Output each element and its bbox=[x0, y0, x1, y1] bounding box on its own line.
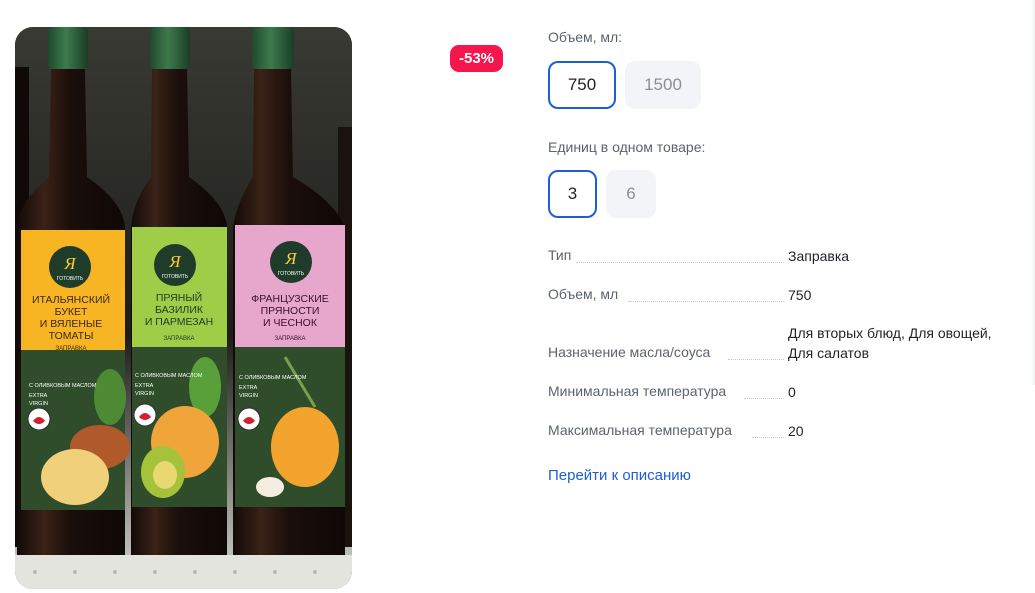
svg-text:VIRGIN: VIRGIN bbox=[29, 401, 48, 407]
spec-name: Объем, мл bbox=[548, 286, 623, 302]
svg-text:VIRGIN: VIRGIN bbox=[135, 391, 154, 397]
svg-text:ЗАПРАВКА: ЗАПРАВКА bbox=[275, 336, 306, 342]
svg-text:ГОТОВИТЬ: ГОТОВИТЬ bbox=[57, 276, 84, 282]
svg-text:И ПАРМЕЗАН: И ПАРМЕЗАН bbox=[145, 316, 213, 328]
spec-name: Тип bbox=[548, 247, 576, 263]
product-photo[interactable]: Я ГОТОВИТЬ Я ГОТОВИТЬ Я ГОТОВИТЬ ИТАЛЬЯН… bbox=[15, 27, 352, 589]
units-option-6[interactable]: 6 bbox=[606, 170, 656, 218]
svg-text:ПРЯНОСТИ: ПРЯНОСТИ bbox=[261, 305, 320, 317]
spec-value: 20 bbox=[788, 423, 804, 439]
volume-option-1500[interactable]: 1500 bbox=[625, 61, 701, 109]
units-option-3[interactable]: 3 bbox=[548, 170, 597, 218]
spec-value: 750 bbox=[788, 287, 812, 303]
volume-option-750[interactable]: 750 bbox=[548, 61, 616, 109]
spec-value: Заправка bbox=[788, 248, 850, 264]
svg-text:ГОТОВИТЬ: ГОТОВИТЬ bbox=[162, 274, 189, 280]
spec-name: Назначение масла/соуса bbox=[548, 344, 715, 360]
spec-name: Минимальная температура bbox=[548, 383, 731, 399]
brand-text: Я bbox=[63, 254, 76, 273]
side-panel-edge bbox=[1031, 0, 1035, 385]
spec-name: Максимальная температура bbox=[548, 422, 736, 438]
svg-text:И ВЯЛЕНЫЕ: И ВЯЛЕНЫЕ bbox=[40, 318, 102, 330]
svg-text:БУКЕТ: БУКЕТ bbox=[55, 306, 88, 318]
svg-text:С ОЛИВКОВЫМ МАСЛОМ: С ОЛИВКОВЫМ МАСЛОМ bbox=[29, 383, 97, 389]
svg-text:ПРЯНЫЙ: ПРЯНЫЙ bbox=[156, 291, 202, 304]
discount-badge: -53% bbox=[450, 45, 503, 72]
svg-text:EXTRA: EXTRA bbox=[135, 383, 154, 389]
spec-value: Для вторых блюд, Для овощей, Для салатов bbox=[788, 325, 992, 361]
svg-text:EXTRA: EXTRA bbox=[29, 393, 48, 399]
svg-text:ГОТОВИТЬ: ГОТОВИТЬ bbox=[278, 271, 305, 277]
svg-text:ФРАНЦУЗСКИЕ: ФРАНЦУЗСКИЕ bbox=[251, 293, 329, 305]
brand-logo-2: Я ГОТОВИТЬ bbox=[154, 244, 196, 286]
svg-text:Я: Я bbox=[168, 252, 181, 271]
svg-text:ЗАПРАВКА: ЗАПРАВКА bbox=[164, 336, 195, 342]
spec-value: 0 bbox=[788, 384, 796, 400]
brand-logo-1: Я ГОТОВИТЬ bbox=[49, 246, 91, 288]
svg-text:С ОЛИВКОВЫМ МАСЛОМ: С ОЛИВКОВЫМ МАСЛОМ bbox=[239, 375, 307, 381]
svg-text:ТОМАТЫ: ТОМАТЫ bbox=[49, 330, 94, 342]
brand-logo-3: Я ГОТОВИТЬ bbox=[270, 241, 312, 283]
svg-text:С ОЛИВКОВЫМ МАСЛОМ: С ОЛИВКОВЫМ МАСЛОМ bbox=[135, 373, 203, 379]
volume-label: Объем, мл: bbox=[548, 29, 623, 45]
svg-text:ЗАПРАВКА: ЗАПРАВКА bbox=[56, 346, 87, 352]
svg-text:И ЧЕСНОК: И ЧЕСНОК bbox=[263, 317, 318, 329]
go-to-description-link[interactable]: Перейти к описанию bbox=[548, 467, 691, 484]
units-label: Единиц в одном товаре: bbox=[548, 139, 706, 155]
svg-text:Я: Я bbox=[284, 249, 297, 268]
svg-text:БАЗИЛИК: БАЗИЛИК bbox=[155, 304, 204, 316]
svg-text:VIRGIN: VIRGIN bbox=[239, 393, 258, 399]
svg-text:EXTRA: EXTRA bbox=[239, 385, 258, 391]
bottle-label-line: ИТАЛЬЯНСКИЙ bbox=[32, 293, 110, 306]
